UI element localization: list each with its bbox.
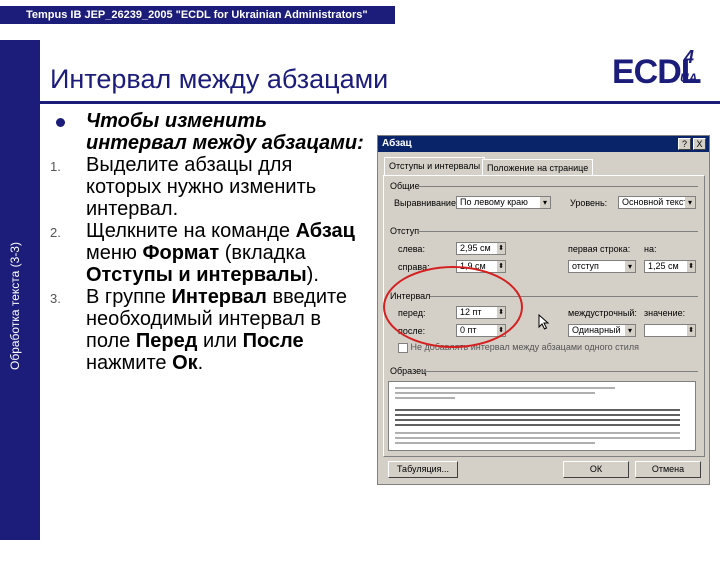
item-text: нажмите — [86, 352, 173, 374]
item-bold: Формат — [142, 242, 220, 264]
slide-title: Интервал между абзацами — [50, 64, 389, 94]
item-bold: После — [242, 330, 304, 352]
first-line-select[interactable]: отступ — [568, 260, 636, 273]
item-text: Выделите абзацы для которых нужно измени… — [86, 154, 317, 220]
close-button[interactable]: X — [693, 138, 706, 150]
tab-line-page-breaks[interactable]: Положение на странице — [482, 159, 594, 176]
item-text: Щелкните на команде — [86, 220, 296, 242]
value-label: значение: — [644, 308, 686, 318]
logo-sub: UA — [680, 71, 698, 85]
help-button[interactable]: ? — [678, 138, 691, 150]
divider — [418, 231, 698, 232]
first-line-by-label: на: — [644, 244, 657, 254]
list-item: 1. Выделите абзацы для которых нужно изм… — [50, 154, 370, 220]
item-text: В группе — [86, 286, 172, 308]
intro-text: Чтобы изменить интервал между абзацами: — [86, 110, 364, 154]
highlight-circle — [383, 266, 523, 348]
instruction-list: Чтобы изменить интервал между абзацами: … — [50, 110, 370, 374]
first-line-by-input[interactable]: 1,25 см — [644, 260, 696, 273]
indent-group-label: Отступ — [390, 226, 420, 236]
bullet-icon — [56, 118, 65, 127]
list-marker: 3. — [50, 291, 61, 306]
list-item: 3. В группе Интервал введите необходимый… — [50, 286, 370, 374]
item-text: . — [197, 352, 204, 374]
item-text: (вкладка — [219, 242, 306, 264]
ok-button[interactable]: ОК — [563, 461, 629, 478]
list-item: 2. Щелкните на команде Абзац меню Формат… — [50, 220, 370, 286]
mouse-cursor-icon — [538, 314, 550, 330]
alignment-select[interactable]: По левому краю — [456, 196, 551, 209]
divider — [418, 186, 698, 187]
item-text: ). — [306, 264, 319, 286]
value-input[interactable] — [644, 324, 696, 337]
left-strip: Обработка текста (3-3) 18 — [0, 40, 40, 562]
left-indent-input[interactable]: 2,95 см — [456, 242, 506, 255]
page-number: 18 — [11, 545, 29, 562]
item-bold: Ок — [172, 352, 198, 374]
item-text: меню — [86, 242, 143, 264]
alignment-label: Выравнивание: — [394, 198, 459, 208]
preview-label: Образец — [390, 366, 427, 376]
item-bold: Интервал — [171, 286, 267, 308]
paragraph-preview — [388, 381, 696, 451]
item-bold: Отступы и интервалы — [86, 264, 307, 286]
tabs-button[interactable]: Табуляция... — [388, 461, 458, 478]
line-spacing-label: междустрочный: — [568, 308, 637, 318]
item-text: или — [197, 330, 243, 352]
item-bold: Перед — [135, 330, 198, 352]
title-underline — [40, 101, 720, 104]
dialog-title: Абзац — [382, 138, 412, 149]
top-banner: Tempus IB JEP_26239_2005 "ECDL for Ukrai… — [0, 6, 395, 24]
checkbox-box[interactable] — [398, 342, 408, 353]
list-marker: 2. — [50, 225, 61, 240]
list-marker: 1. — [50, 159, 61, 174]
item-bold: Абзац — [295, 220, 355, 242]
logo-number: 4 — [684, 47, 695, 67]
dialog-titlebar: Абзац — [378, 136, 709, 152]
first-line-label: первая строка: — [568, 244, 631, 254]
left-indent-label: слева: — [398, 244, 425, 254]
level-label: Уровень: — [570, 198, 608, 208]
level-select[interactable]: Основной текст — [618, 196, 696, 209]
tab-indents-spacing[interactable]: Отступы и интервалы — [384, 157, 486, 176]
ecdl-logo: ECDL 4 UA — [610, 45, 708, 97]
line-spacing-select[interactable]: Одинарный — [568, 324, 636, 337]
top-banner-area: Tempus IB JEP_26239_2005 "ECDL for Ukrai… — [0, 0, 720, 40]
general-group-label: Общие — [390, 181, 420, 191]
divider — [422, 371, 698, 372]
cancel-button[interactable]: Отмена — [635, 461, 701, 478]
vertical-section-label: Обработка текста (3-3) — [8, 242, 22, 370]
list-intro: Чтобы изменить интервал между абзацами: — [50, 110, 370, 154]
